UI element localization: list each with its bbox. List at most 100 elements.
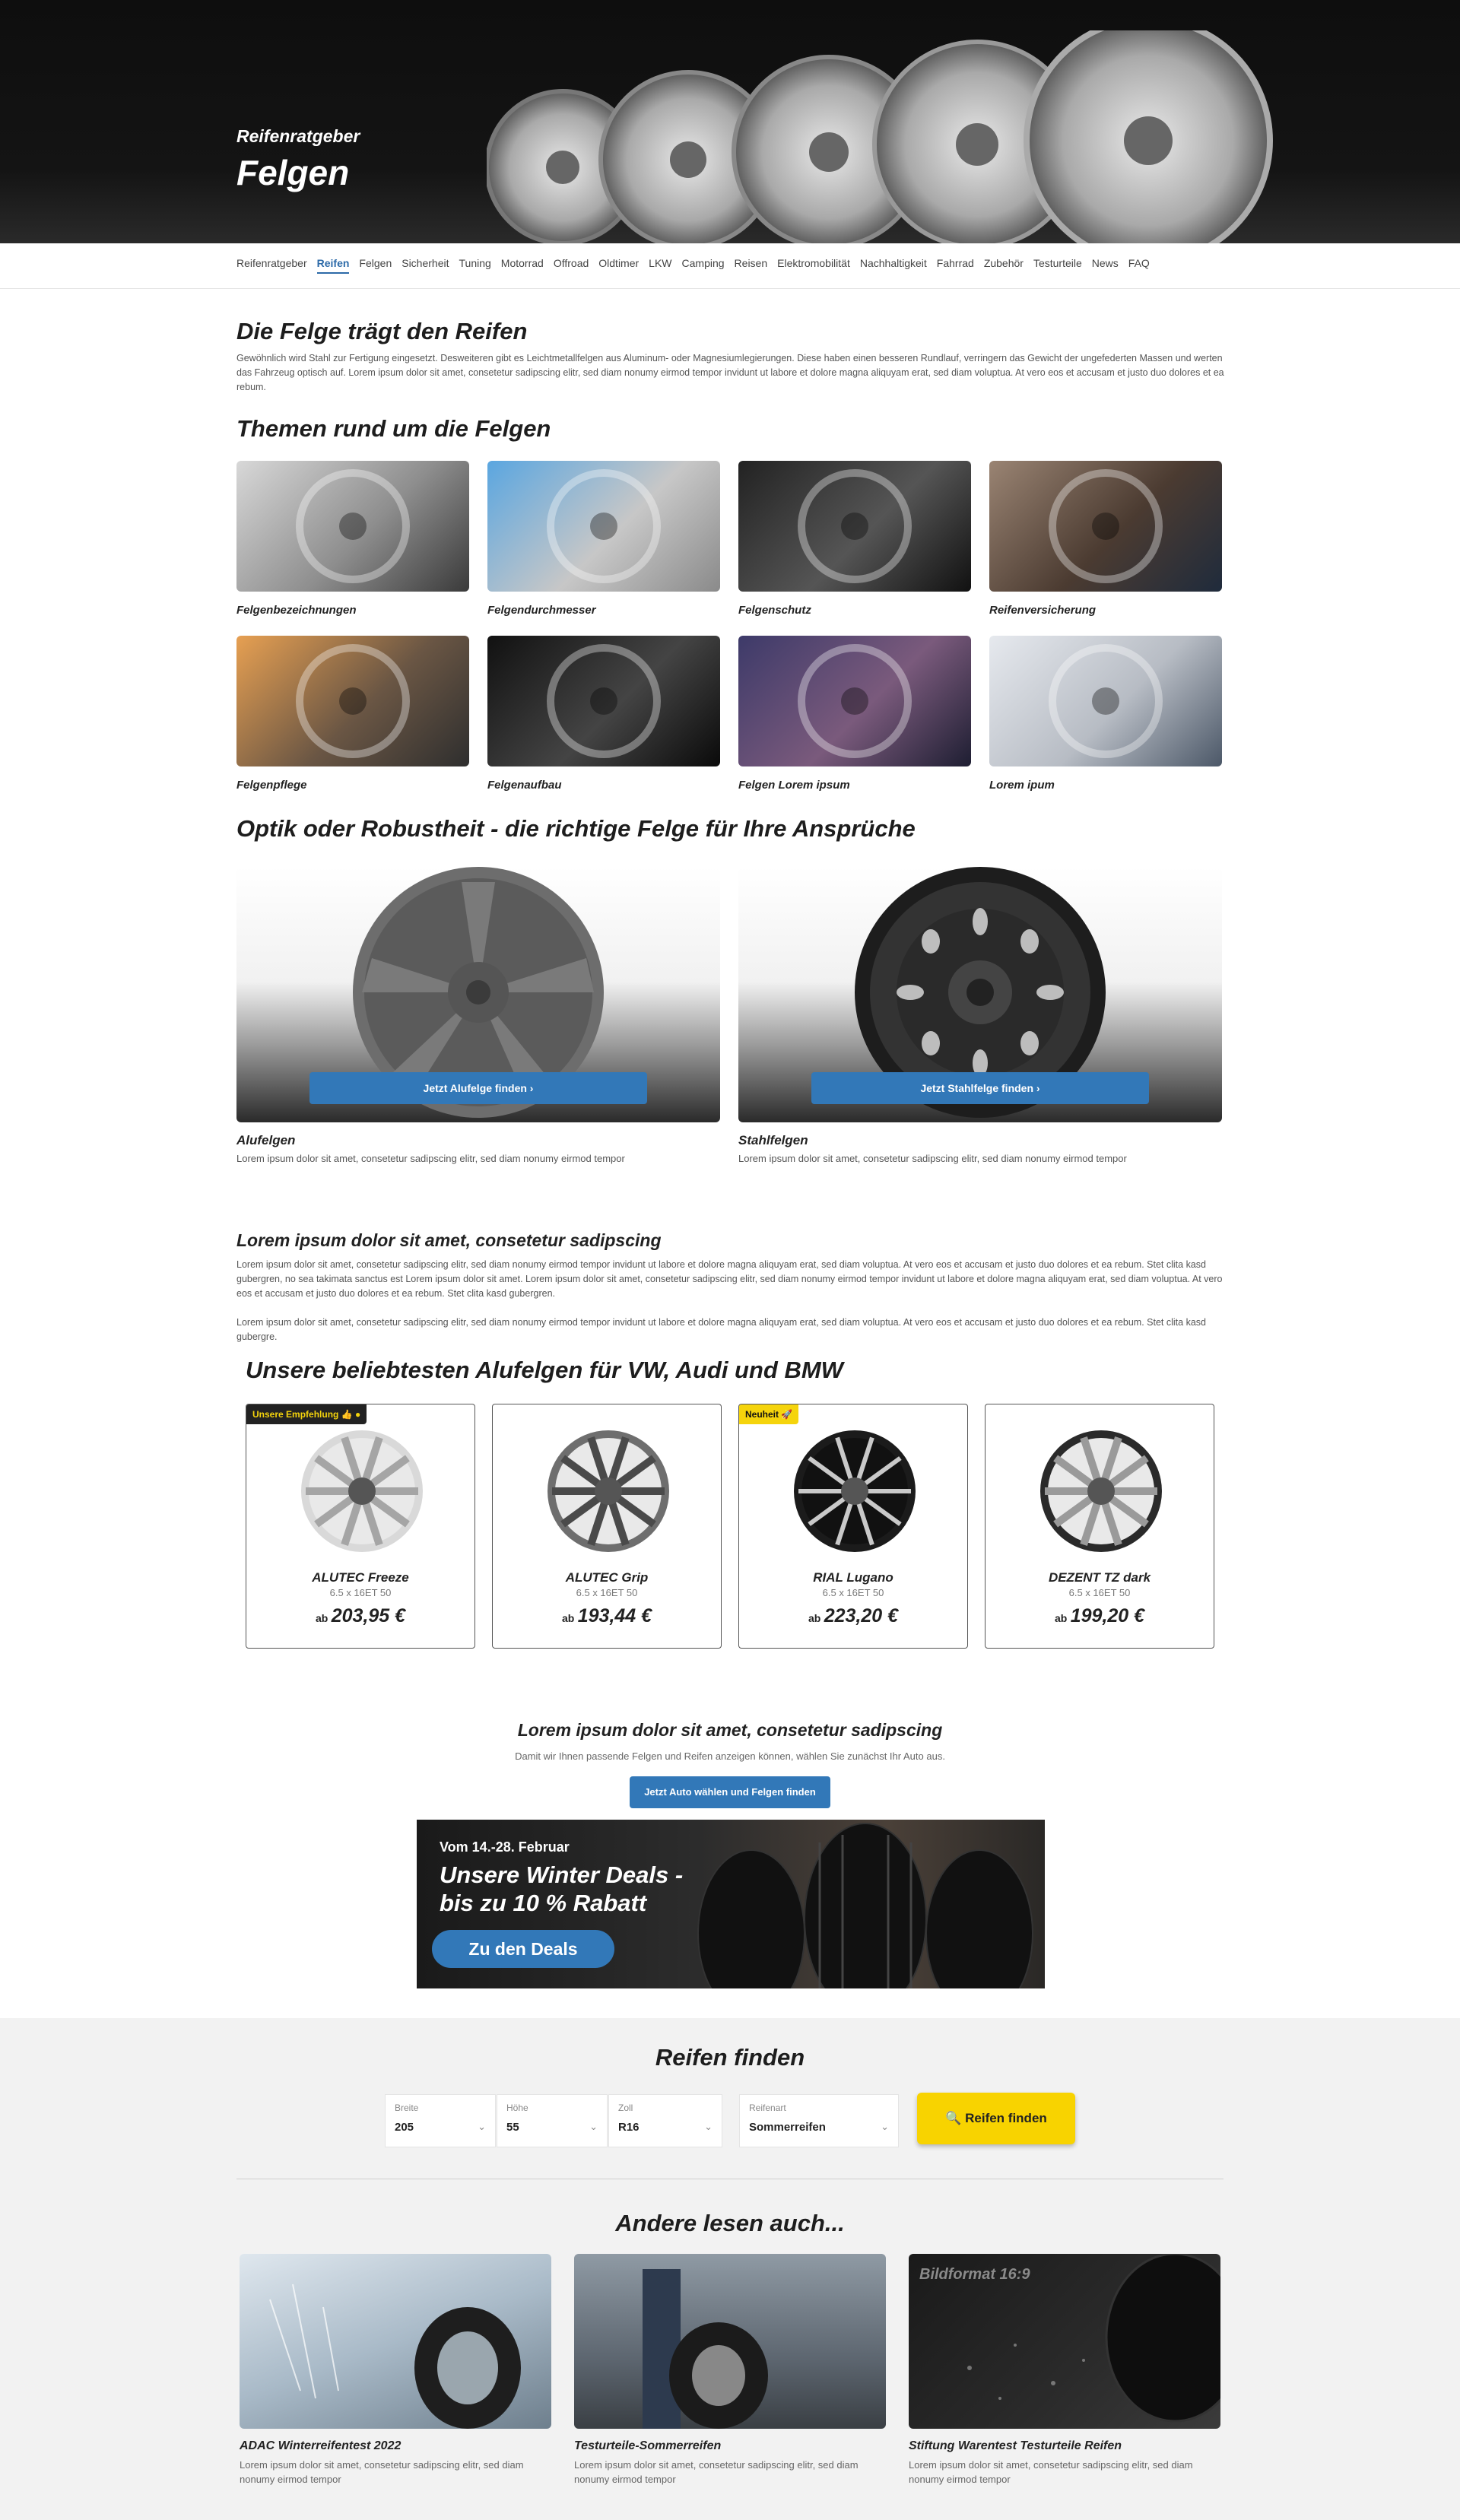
image-format-overlay: Bildformat 16:9 <box>919 2266 1030 2283</box>
alufelgen-title: Alufelgen <box>236 1133 296 1147</box>
banner-headline-line-1: Unsere Winter Deals - <box>440 1861 684 1888</box>
topic-image <box>738 461 971 592</box>
nav-item-nachhaltigkeit[interactable]: Nachhaltigkeit <box>860 257 927 274</box>
price-prefix: ab <box>561 1612 575 1624</box>
topic-card[interactable]: Lorem ipum <box>989 636 1222 792</box>
cta-subtitle: Damit wir Ihnen passende Felgen und Reif… <box>515 1750 945 1762</box>
tire-workshop-image <box>574 2254 886 2429</box>
rim-image <box>1040 1430 1162 1552</box>
nav-item-elektromobilität[interactable]: Elektromobilität <box>777 257 850 274</box>
rim-size-label: Zoll <box>618 2103 633 2113</box>
nav-item-camping[interactable]: Camping <box>682 257 725 274</box>
winter-deals-banner[interactable]: Vom 14.-28. Februar Unsere Winter Deals … <box>417 1820 1045 1988</box>
nav-item-reisen[interactable]: Reisen <box>735 257 768 274</box>
choose-car-button[interactable]: Jetzt Auto wählen und Felgen finden <box>630 1776 830 1808</box>
width-value: 205 <box>395 2121 414 2134</box>
chevron-down-icon: ⌄ <box>589 2121 598 2132</box>
nav-item-faq[interactable]: FAQ <box>1128 257 1150 274</box>
topic-caption: Felgen Lorem ipsum <box>738 779 850 792</box>
topic-card[interactable]: Felgenbezeichnungen <box>236 461 469 617</box>
product-size: 6.5 x 16ET 50 <box>822 1587 884 1598</box>
product-card[interactable]: Neuheit 🚀 RIAL Lugano 6.5 x 16ET 50 ab 223,… <box>738 1404 968 1649</box>
price-value: 199,20 € <box>1070 1605 1145 1627</box>
stahlfelgen-card[interactable]: Jetzt Stahlfelge finden › Stahlfelgen Lo… <box>738 867 1222 1164</box>
related-article-3-text: Lorem ipsum dolor sit amet, consetetur s… <box>909 2459 1193 2485</box>
wet-tire-image: Bildformat 16:9 <box>909 2254 1220 2429</box>
price-value: 223,20 € <box>824 1605 899 1627</box>
product-card[interactable]: DEZENT TZ dark 6.5 x 16ET 50 ab 199,20 € <box>985 1404 1214 1649</box>
rim-size-value: R16 <box>618 2121 640 2134</box>
related-article-3[interactable]: Bildformat 16:9 Stiftung Warentest Testu… <box>909 2254 1220 2487</box>
winter-car-image <box>240 2254 551 2429</box>
topic-caption: Felgenbezeichnungen <box>236 604 357 617</box>
product-name: RIAL Lugano <box>813 1570 893 1585</box>
rim-size-select[interactable]: Zoll R16 ⌄ <box>608 2094 722 2147</box>
height-label: Höhe <box>506 2103 528 2113</box>
chevron-down-icon: ⌄ <box>704 2121 713 2132</box>
price-prefix: ab <box>808 1612 821 1624</box>
topic-card[interactable]: Felgenpflege <box>236 636 469 792</box>
nav-item-lkw[interactable]: LKW <box>649 257 671 274</box>
topic-image <box>487 636 720 766</box>
related-article-2[interactable]: Testurteile-Sommerreifen Lorem ipsum dol… <box>574 2254 886 2487</box>
product-card[interactable]: Unsere Empfehlung 👍 ● ALUTEC Freeze 6.5 x … <box>246 1404 475 1649</box>
topic-card[interactable]: Felgenaufbau <box>487 636 720 792</box>
main-navigation: Reifenratgeber Reifen Felgen Sicherheit Tuni… <box>0 243 1460 289</box>
find-tires-button[interactable]: 🔍 Reifen finden <box>917 2093 1075 2144</box>
deals-button[interactable]: Zu den Deals <box>432 1930 614 1968</box>
topic-card[interactable]: Felgendurchmesser <box>487 461 720 617</box>
product-badge: Unsere Empfehlung 👍 ● <box>246 1404 367 1424</box>
topic-card[interactable]: Felgenschutz <box>738 461 971 617</box>
stahlfelge-image: Jetzt Stahlfelge finden › <box>738 867 1222 1122</box>
topic-caption: Felgenpflege <box>236 779 307 792</box>
nav-item-tuning[interactable]: Tuning <box>459 257 491 274</box>
topic-card[interactable]: Felgen Lorem ipsum <box>738 636 971 792</box>
choice-title: Optik oder Robustheit - die richtige Fel… <box>236 815 916 842</box>
nav-item-zubehör[interactable]: Zubehör <box>984 257 1024 274</box>
cta-title: Lorem ipsum dolor sit amet, consetetur s… <box>517 1720 943 1740</box>
nav-item-fahrrad[interactable]: Fahrrad <box>937 257 974 274</box>
products-title: Unsere beliebtesten Alufelgen für VW, Au… <box>246 1357 843 1383</box>
banner-headline: Unsere Winter Deals - bis zu 10 % Rabatt <box>440 1861 683 1917</box>
related-article-1-text: Lorem ipsum dolor sit amet, consetetur s… <box>240 2459 524 2485</box>
nav-item-oldtimer[interactable]: Oldtimer <box>598 257 639 274</box>
topic-image <box>989 461 1222 592</box>
width-select[interactable]: Breite 205 ⌄ <box>385 2094 496 2147</box>
intro-title: Die Felge trägt den Reifen <box>236 318 528 344</box>
lorem-paragraph-2: Lorem ipsum dolor sit amet, consetetur s… <box>236 1317 1206 1342</box>
nav-item-offroad[interactable]: Offroad <box>554 257 589 274</box>
hero-banner: Reifenratgeber Felgen <box>0 0 1460 243</box>
nav-item-sicherheit[interactable]: Sicherheit <box>402 257 449 274</box>
product-size: 6.5 x 16ET 50 <box>329 1587 392 1598</box>
topic-caption: Felgendurchmesser <box>487 604 596 617</box>
related-article-3-title: Stiftung Warentest Testurteile Reifen <box>909 2439 1122 2452</box>
product-price: ab 193,44 € <box>493 1605 721 1627</box>
price-value: 203,95 € <box>331 1605 406 1627</box>
topic-caption: Reifenversicherung <box>989 604 1097 617</box>
height-select[interactable]: Höhe 55 ⌄ <box>497 2094 608 2147</box>
alufelgen-text: Lorem ipsum dolor sit amet, consetetur s… <box>236 1153 625 1164</box>
related-article-2-text: Lorem ipsum dolor sit amet, consetetur s… <box>574 2459 859 2485</box>
stahlfelge-find-button[interactable]: Jetzt Stahlfelge finden › <box>811 1072 1149 1104</box>
related-article-1[interactable]: ADAC Winterreifentest 2022 Lorem ipsum d… <box>240 2254 551 2487</box>
topic-image <box>236 461 469 592</box>
product-card[interactable]: ALUTEC Grip 6.5 x 16ET 50 ab 193,44 € <box>492 1404 722 1649</box>
width-label: Breite <box>395 2103 419 2113</box>
lorem-paragraph-1: Lorem ipsum dolor sit amet, consetetur s… <box>236 1259 1223 1299</box>
topic-card[interactable]: Reifenversicherung <box>989 461 1222 617</box>
nav-item-news[interactable]: News <box>1092 257 1119 274</box>
nav-item-reifen[interactable]: Reifen <box>316 257 350 274</box>
product-price: ab 199,20 € <box>986 1605 1214 1627</box>
nav-item-felgen[interactable]: Felgen <box>359 257 392 274</box>
tire-type-select[interactable]: Reifenart Sommerreifen ⌄ <box>739 2094 899 2147</box>
lorem-title: Lorem ipsum dolor sit amet, consetetur s… <box>236 1230 662 1250</box>
nav-item-motorrad[interactable]: Motorrad <box>501 257 544 274</box>
price-value: 193,44 € <box>577 1605 652 1627</box>
product-name: ALUTEC Grip <box>565 1570 649 1585</box>
alufelge-find-button[interactable]: Jetzt Alufelge finden › <box>309 1072 647 1104</box>
tires-image <box>697 1823 1033 1988</box>
nav-item-reifenratgeber[interactable]: Reifenratgeber <box>236 257 307 274</box>
product-name: DEZENT TZ dark <box>1048 1570 1151 1585</box>
nav-item-testurteile[interactable]: Testurteile <box>1033 257 1082 274</box>
alufelgen-card[interactable]: Jetzt Alufelge finden › Alufelgen Lorem … <box>236 867 720 1164</box>
